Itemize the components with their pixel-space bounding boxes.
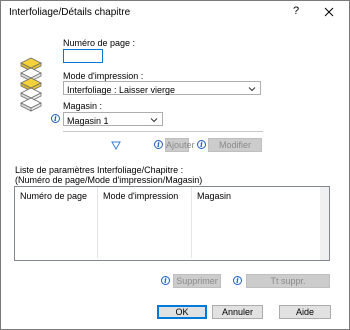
- settings-list[interactable]: Numéro de page Mode d'impression Magasin: [14, 186, 330, 261]
- print-mode-value: Interfoliage : Laisser vierge: [67, 85, 176, 95]
- modify-button[interactable]: Modifier: [208, 138, 262, 152]
- cancel-button[interactable]: Annuler: [212, 305, 263, 319]
- chevron-down-icon: [248, 87, 256, 92]
- delete-info-icon[interactable]: i: [161, 276, 170, 285]
- dialog-title: Interfoliage/Détails chapitre: [9, 7, 131, 18]
- print-mode-label: Mode d'impression :: [63, 71, 144, 81]
- column-header-tray[interactable]: Magasin: [192, 187, 320, 258]
- ok-button[interactable]: OK: [157, 305, 207, 319]
- form-divider: [63, 131, 263, 132]
- page-number-input[interactable]: [63, 49, 103, 63]
- tray-info-icon[interactable]: i: [51, 114, 60, 123]
- add-info-icon[interactable]: i: [154, 140, 163, 149]
- add-button[interactable]: Ajouter: [165, 138, 195, 152]
- page-number-label: Numéro de page :: [63, 38, 136, 48]
- tray-value: Magasin 1: [67, 116, 109, 126]
- tray-label: Magasin :: [63, 101, 103, 111]
- list-subtitle: (Numéro de page/Mode d'impression/Magasi…: [15, 175, 203, 185]
- column-header-print-mode[interactable]: Mode d'impression: [98, 187, 192, 258]
- column-header-page-number[interactable]: Numéro de page: [15, 187, 98, 258]
- arrow-down-icon: [111, 141, 121, 150]
- close-icon[interactable]: [321, 4, 337, 20]
- chevron-down-icon: [150, 118, 158, 123]
- print-mode-select[interactable]: Interfoliage : Laisser vierge: [63, 81, 261, 95]
- list-title: Liste de paramètres Interfoliage/Chapitr…: [15, 165, 184, 175]
- interleave-chapter-dialog: Interfoliage/Détails chapitre ? Numéro d…: [0, 0, 350, 330]
- paper-stack-icon: [20, 57, 42, 112]
- help-button[interactable]: Aide: [279, 305, 331, 319]
- delete-all-info-icon[interactable]: i: [233, 276, 242, 285]
- delete-button[interactable]: Supprimer: [173, 274, 221, 288]
- modify-info-icon[interactable]: i: [197, 140, 206, 149]
- list-scrollbar[interactable]: [320, 187, 329, 260]
- title-bar: Interfoliage/Détails chapitre ?: [1, 1, 349, 23]
- help-question-button[interactable]: ?: [289, 5, 303, 17]
- delete-all-button[interactable]: Tt suppr.: [246, 274, 330, 288]
- tray-select[interactable]: Magasin 1: [63, 112, 163, 126]
